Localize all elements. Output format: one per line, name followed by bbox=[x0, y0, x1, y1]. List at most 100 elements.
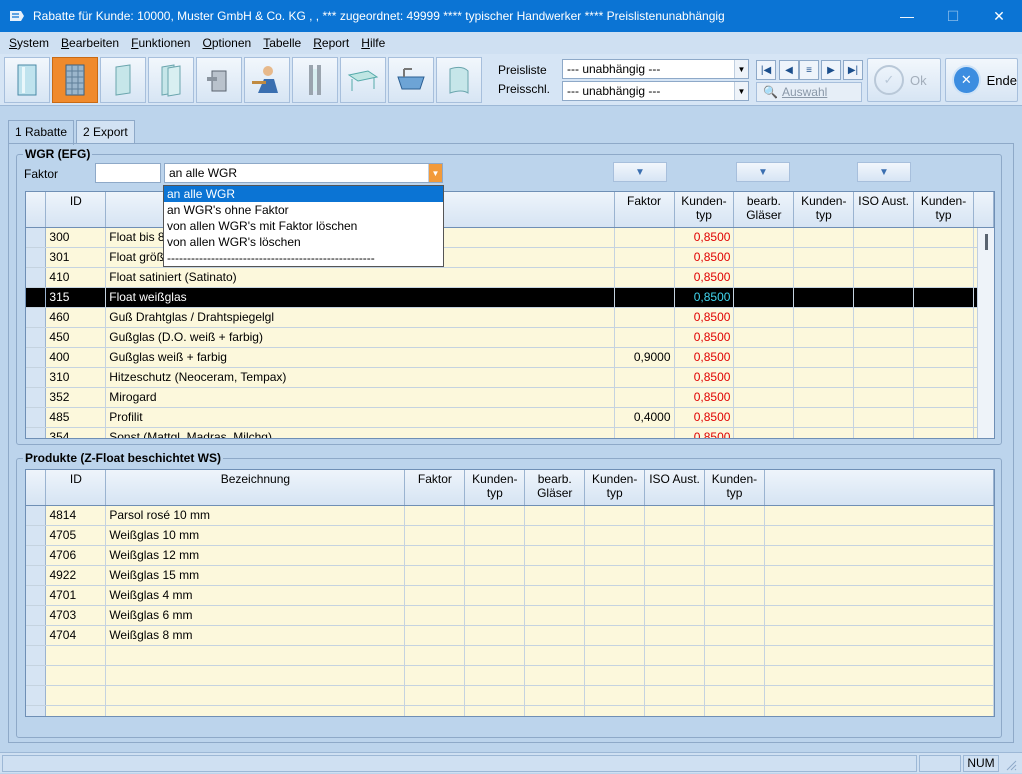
wgr-scrollbar[interactable] bbox=[977, 228, 994, 438]
row-selector[interactable] bbox=[26, 227, 47, 248]
menu-bearbeiten[interactable]: Bearbeiten bbox=[55, 36, 125, 50]
menu-hilfe[interactable]: Hilfe bbox=[355, 36, 391, 50]
table-row[interactable]: 4814 Parsol rosé 10 mm bbox=[26, 505, 994, 526]
prev-record-icon[interactable]: ◀ bbox=[779, 60, 799, 80]
next-record-icon[interactable]: ▶ bbox=[821, 60, 841, 80]
float-glass-icon[interactable] bbox=[100, 57, 146, 103]
col-kundentyp[interactable]: Kunden-typ bbox=[674, 192, 735, 228]
table-row[interactable]: 4701 Weißglas 4 mm bbox=[26, 585, 994, 606]
menu-report[interactable]: Report bbox=[307, 36, 355, 50]
close-button[interactable]: ✕ bbox=[976, 0, 1022, 32]
dropdown-option[interactable]: ----------------------------------------… bbox=[164, 250, 443, 266]
patterned-glass-icon[interactable] bbox=[52, 57, 98, 103]
table-row[interactable]: 4703 Weißglas 6 mm bbox=[26, 605, 994, 626]
table-row[interactable]: 485 Profilit 0,4000 0,8500 bbox=[26, 407, 994, 428]
fill-bearb-button[interactable]: ▼ bbox=[736, 162, 790, 182]
row-selector[interactable] bbox=[26, 347, 47, 368]
ende-button[interactable]: ✕ Ende bbox=[945, 58, 1018, 102]
insulated-glass-icon[interactable] bbox=[148, 57, 194, 103]
table-row[interactable]: 352 Mirogard 0,8500 bbox=[26, 387, 994, 408]
table-row[interactable] bbox=[26, 685, 994, 706]
row-selector[interactable] bbox=[26, 267, 47, 288]
row-selector[interactable] bbox=[26, 525, 47, 546]
first-record-icon[interactable]: |◀ bbox=[756, 60, 776, 80]
table-row[interactable]: 400 Gußglas weiß + farbig 0,9000 0,8500 bbox=[26, 347, 994, 368]
fill-iso-button[interactable]: ▼ bbox=[857, 162, 911, 182]
door-frame-icon[interactable] bbox=[292, 57, 338, 103]
tab-rabatte[interactable]: 1 Rabatte bbox=[8, 120, 75, 145]
dropdown-option[interactable]: von allen WGR's löschen bbox=[164, 234, 443, 250]
row-selector[interactable] bbox=[26, 327, 47, 348]
dropdown-option[interactable]: von allen WGR's mit Faktor löschen bbox=[164, 218, 443, 234]
table-row[interactable]: 354 Sonst (Mattgl, Madras, Milchg) 0,8500 bbox=[26, 427, 994, 438]
row-selector[interactable] bbox=[26, 367, 47, 388]
table-row[interactable]: 310 Hitzeschutz (Neoceram, Tempax) 0,8500 bbox=[26, 367, 994, 388]
col-id[interactable]: ID bbox=[45, 470, 107, 506]
dropdown-option[interactable]: an WGR's ohne Faktor bbox=[164, 202, 443, 218]
row-selector[interactable] bbox=[26, 685, 47, 706]
row-selector[interactable] bbox=[26, 427, 47, 438]
auswahl-button[interactable]: 🔍 Auswahl bbox=[756, 82, 862, 102]
row-selector[interactable] bbox=[26, 247, 47, 268]
table-row[interactable]: 460 Guß Drahtglas / Drahtspiegelgl 0,8500 bbox=[26, 307, 994, 328]
table-row[interactable]: 4704 Weißglas 8 mm bbox=[26, 625, 994, 646]
scroll-thumb[interactable] bbox=[985, 234, 988, 250]
row-selector[interactable] bbox=[26, 625, 47, 646]
row-selector[interactable] bbox=[26, 645, 47, 666]
row-selector[interactable] bbox=[26, 585, 47, 606]
row-selector[interactable] bbox=[26, 287, 47, 308]
menu-funktionen[interactable]: Funktionen bbox=[125, 36, 196, 50]
row-selector[interactable] bbox=[26, 505, 47, 526]
chevron-down-icon[interactable]: ▼ bbox=[734, 82, 748, 100]
table-row[interactable] bbox=[26, 665, 994, 686]
col-kundentyp-2[interactable]: Kunden-typ bbox=[793, 192, 855, 228]
table-row[interactable]: 450 Gußglas (D.O. weiß + farbig) 0,8500 bbox=[26, 327, 994, 348]
col-bearb-glaeser[interactable]: bearb. Gläser bbox=[733, 192, 795, 228]
table-row[interactable]: 410 Float satiniert (Satinato) 0,8500 bbox=[26, 267, 994, 288]
tab-export[interactable]: 2 Export bbox=[76, 120, 135, 144]
col-faktor[interactable]: Faktor bbox=[404, 470, 466, 506]
chevron-down-icon[interactable]: ▼ bbox=[428, 164, 442, 182]
menu-system[interactable]: System bbox=[3, 36, 55, 50]
col-kundentyp-3[interactable]: Kunden-typ bbox=[913, 192, 974, 228]
dropdown-option[interactable]: an alle WGR bbox=[164, 186, 443, 202]
col-kundentyp-3[interactable]: Kunden-typ bbox=[704, 470, 765, 506]
last-record-icon[interactable]: ▶| bbox=[843, 60, 863, 80]
col-faktor[interactable]: Faktor bbox=[614, 192, 675, 228]
curved-glass-icon[interactable] bbox=[436, 57, 482, 103]
col-bearb-glaeser[interactable]: bearb. Gläser bbox=[524, 470, 586, 506]
col-iso-aust[interactable]: ISO Aust. bbox=[644, 470, 705, 506]
table-row[interactable]: 315 Float weißglas 0,8500 bbox=[26, 287, 994, 308]
faktor-input[interactable] bbox=[95, 163, 161, 183]
menu-tabelle[interactable]: Tabelle bbox=[257, 36, 307, 50]
resize-grip-icon[interactable] bbox=[1003, 757, 1017, 771]
col-iso-aust[interactable]: ISO Aust. bbox=[853, 192, 915, 228]
row-selector[interactable] bbox=[26, 545, 47, 566]
col-id[interactable]: ID bbox=[45, 192, 107, 228]
fill-kundentyp-button[interactable]: ▼ bbox=[613, 162, 667, 182]
preisschl-select[interactable]: --- unabhängig --- ▼ bbox=[562, 81, 749, 101]
glass-table-icon[interactable] bbox=[340, 57, 386, 103]
fitting-icon[interactable] bbox=[196, 57, 242, 103]
table-row[interactable] bbox=[26, 645, 994, 666]
ok-button[interactable]: ✓ Ok bbox=[867, 58, 941, 102]
menu-optionen[interactable]: Optionen bbox=[196, 36, 257, 50]
row-selector[interactable] bbox=[26, 565, 47, 586]
glass-sink-icon[interactable] bbox=[388, 57, 434, 103]
apply-mode-select[interactable]: an alle WGR ▼ bbox=[164, 163, 443, 183]
window-glass-icon[interactable] bbox=[4, 57, 50, 103]
col-bezeichnung[interactable]: Bezeichnung bbox=[105, 470, 406, 506]
col-kundentyp[interactable]: Kunden-typ bbox=[464, 470, 526, 506]
worker-icon[interactable] bbox=[244, 57, 290, 103]
record-list-icon[interactable]: ≡ bbox=[799, 60, 819, 80]
preisliste-select[interactable]: --- unabhängig --- ▼ bbox=[562, 59, 749, 79]
table-row[interactable] bbox=[26, 705, 994, 716]
col-kundentyp-2[interactable]: Kunden-typ bbox=[584, 470, 646, 506]
row-selector[interactable] bbox=[26, 407, 47, 428]
maximize-button[interactable]: ☐ bbox=[930, 0, 976, 32]
row-selector[interactable] bbox=[26, 665, 47, 686]
row-selector[interactable] bbox=[26, 605, 47, 626]
table-row[interactable]: 4706 Weißglas 12 mm bbox=[26, 545, 994, 566]
row-selector[interactable] bbox=[26, 387, 47, 408]
chevron-down-icon[interactable]: ▼ bbox=[734, 60, 748, 78]
